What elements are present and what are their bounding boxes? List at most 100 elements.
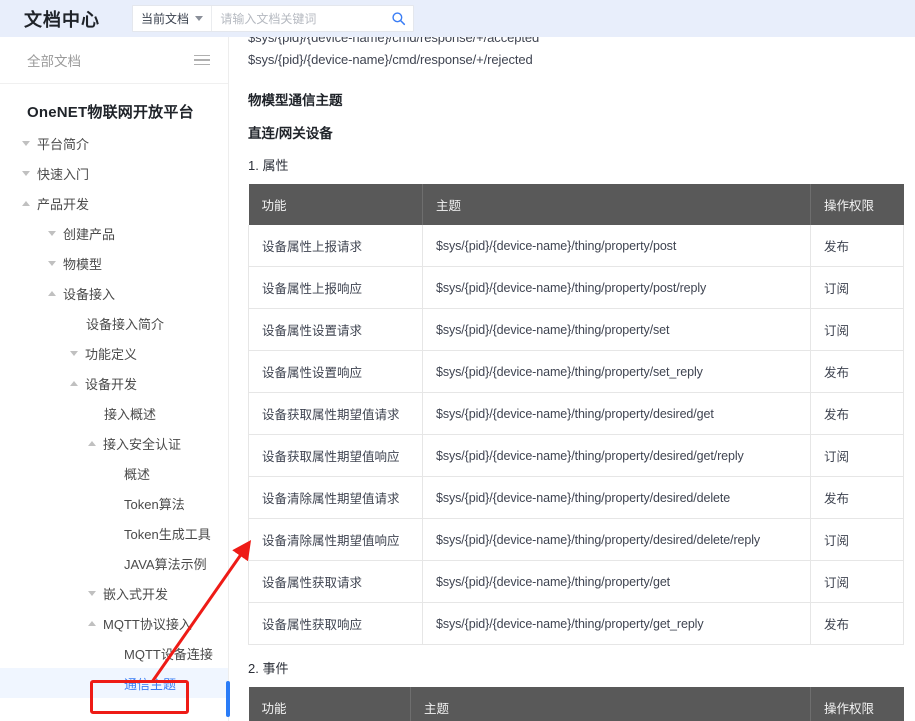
- sidebar-item-1[interactable]: 平台简介: [0, 128, 228, 158]
- table-row: 设备属性上报请求$sys/{pid}/{device-name}/thing/p…: [249, 225, 904, 267]
- main-content: $sys/{pid}/{device-name}/cmd/response/+/…: [229, 37, 915, 721]
- sidebar-item-3[interactable]: 产品开发: [0, 188, 228, 218]
- subsection-title: 直连/网关设备: [248, 122, 902, 142]
- cell-permission: 发布: [811, 225, 904, 267]
- chevron-up-icon[interactable]: [48, 291, 56, 296]
- sidebar-item-label: MQTT协议接入: [103, 614, 192, 633]
- topic-line-rejected: $sys/{pid}/{device-name}/cmd/response/+/…: [248, 52, 902, 67]
- column-header-topic: 主题: [423, 184, 811, 225]
- chevron-down-icon[interactable]: [88, 591, 96, 596]
- chevron-up-icon[interactable]: [22, 201, 30, 206]
- table-row: 设备属性上报响应$sys/{pid}/{device-name}/thing/p…: [249, 267, 904, 309]
- sidebar-item-label: 产品开发: [37, 194, 89, 213]
- sidebar-item-label: Token算法: [124, 494, 185, 513]
- sidebar-item-19[interactable]: 通信主题: [0, 668, 228, 698]
- sidebar-item-label: JAVA算法示例: [124, 554, 207, 573]
- property-topics-table: 功能 主题 操作权限 设备属性上报请求$sys/{pid}/{device-na…: [248, 184, 904, 645]
- sidebar-item-label: MQTT设备连接: [124, 644, 213, 663]
- table-header-row: 功能 主题 操作权限: [249, 687, 904, 721]
- sidebar-header: 全部文档: [0, 37, 228, 84]
- column-header-function: 功能: [249, 687, 411, 721]
- sidebar-item-7[interactable]: 设备接入简介: [0, 308, 228, 338]
- cell-permission: 发布: [811, 393, 904, 435]
- sidebar-item-4[interactable]: 创建产品: [0, 218, 228, 248]
- sidebar-scrollbar-thumb[interactable]: [226, 681, 230, 717]
- search-button[interactable]: [383, 6, 413, 31]
- chevron-down-icon[interactable]: [48, 231, 56, 236]
- clipped-topic-line-wrapper: $sys/{pid}/{device-name}/cmd/response/+/…: [248, 37, 902, 45]
- sidebar-item-label: 概述: [124, 464, 150, 483]
- column-header-topic: 主题: [411, 687, 811, 721]
- sidebar-item-2[interactable]: 快速入门: [0, 158, 228, 188]
- nav-tree: 平台简介快速入门产品开发创建产品物模型设备接入设备接入简介功能定义设备开发接入概…: [0, 128, 228, 708]
- table1-heading: 1. 属性: [248, 155, 902, 174]
- chevron-up-icon[interactable]: [88, 441, 96, 446]
- sidebar-item-6[interactable]: 设备接入: [0, 278, 228, 308]
- sidebar-item-12[interactable]: 概述: [0, 458, 228, 488]
- cell-function: 设备属性上报响应: [249, 267, 423, 309]
- chevron-up-icon[interactable]: [70, 381, 78, 386]
- chevron-up-icon[interactable]: [88, 621, 96, 626]
- cell-permission: 发布: [811, 603, 904, 645]
- sidebar-item-label: 快速入门: [37, 164, 89, 183]
- cell-topic: $sys/{pid}/{device-name}/thing/property/…: [423, 309, 811, 351]
- sidebar-item-13[interactable]: Token算法: [0, 488, 228, 518]
- sidebar-item-8[interactable]: 功能定义: [0, 338, 228, 368]
- chevron-down-icon: [195, 16, 203, 21]
- search-input[interactable]: [212, 6, 383, 31]
- chevron-down-icon[interactable]: [48, 261, 56, 266]
- sidebar-item-label: 物模型: [63, 254, 102, 273]
- sidebar-item-18[interactable]: MQTT设备连接: [0, 638, 228, 668]
- documentation-page: 文档中心 当前文档 全部文档 OneNET物联网开放平台 平台简介快速入门产: [0, 0, 915, 721]
- sidebar-item-10[interactable]: 接入概述: [0, 398, 228, 428]
- cell-function: 设备清除属性期望值响应: [249, 519, 423, 561]
- site-brand-title: 文档中心: [24, 6, 100, 32]
- sidebar-item-5[interactable]: 物模型: [0, 248, 228, 278]
- sidebar-item-label: 接入概述: [104, 404, 156, 423]
- cell-function: 设备属性上报请求: [249, 225, 423, 267]
- cell-topic: $sys/{pid}/{device-name}/thing/property/…: [423, 435, 811, 477]
- table-row: 设备清除属性期望值请求$sys/{pid}/{device-name}/thin…: [249, 477, 904, 519]
- cell-function: 设备属性获取请求: [249, 561, 423, 603]
- table-row: 设备获取属性期望值请求$sys/{pid}/{device-name}/thin…: [249, 393, 904, 435]
- table-row: 设备属性获取响应$sys/{pid}/{device-name}/thing/p…: [249, 603, 904, 645]
- clipped-topic-line: $sys/{pid}/{device-name}/cmd/response/+/…: [248, 37, 902, 44]
- cell-function: 设备属性设置响应: [249, 351, 423, 393]
- chevron-down-icon[interactable]: [70, 351, 78, 356]
- sidebar-item-15[interactable]: JAVA算法示例: [0, 548, 228, 578]
- search-scope-select[interactable]: 当前文档: [133, 6, 212, 31]
- cell-permission: 发布: [811, 351, 904, 393]
- sidebar-item-11[interactable]: 接入安全认证: [0, 428, 228, 458]
- cell-function: 设备获取属性期望值响应: [249, 435, 423, 477]
- nav-root-title: OneNET物联网开放平台: [0, 84, 228, 128]
- sidebar-navigation: 全部文档 OneNET物联网开放平台 平台简介快速入门产品开发创建产品物模型设备…: [0, 37, 229, 721]
- sidebar-item-9[interactable]: 设备开发: [0, 368, 228, 398]
- cell-permission: 发布: [811, 477, 904, 519]
- column-header-permission: 操作权限: [811, 687, 904, 721]
- sidebar-item-16[interactable]: 嵌入式开发: [0, 578, 228, 608]
- hamburger-icon[interactable]: [194, 52, 210, 69]
- cell-topic: $sys/{pid}/{device-name}/thing/property/…: [423, 267, 811, 309]
- search-scope-label: 当前文档: [141, 10, 189, 27]
- sidebar-item-label: 接入安全认证: [103, 434, 181, 453]
- column-header-function: 功能: [249, 184, 423, 225]
- sidebar-item-label: 平台简介: [37, 134, 89, 153]
- sidebar-item-17[interactable]: MQTT协议接入: [0, 608, 228, 638]
- cell-permission: 订阅: [811, 309, 904, 351]
- chevron-down-icon[interactable]: [22, 171, 30, 176]
- search-icon: [391, 11, 406, 26]
- cell-permission: 订阅: [811, 561, 904, 603]
- chevron-down-icon[interactable]: [22, 141, 30, 146]
- cell-topic: $sys/{pid}/{device-name}/thing/property/…: [423, 561, 811, 603]
- event-topics-table: 功能 主题 操作权限 设备事件上报请求$sys/{pid}/{device-na…: [248, 687, 904, 721]
- sidebar-item-label: 设备接入简介: [86, 314, 164, 333]
- cell-topic: $sys/{pid}/{device-name}/thing/property/…: [423, 603, 811, 645]
- sidebar-item-label: 通信主题: [124, 674, 176, 693]
- table2-heading: 2. 事件: [248, 658, 902, 677]
- sidebar-item-14[interactable]: Token生成工具: [0, 518, 228, 548]
- table-header-row: 功能 主题 操作权限: [249, 184, 904, 225]
- table-row: 设备清除属性期望值响应$sys/{pid}/{device-name}/thin…: [249, 519, 904, 561]
- cell-function: 设备获取属性期望值请求: [249, 393, 423, 435]
- cell-function: 设备属性获取响应: [249, 603, 423, 645]
- column-header-permission: 操作权限: [811, 184, 904, 225]
